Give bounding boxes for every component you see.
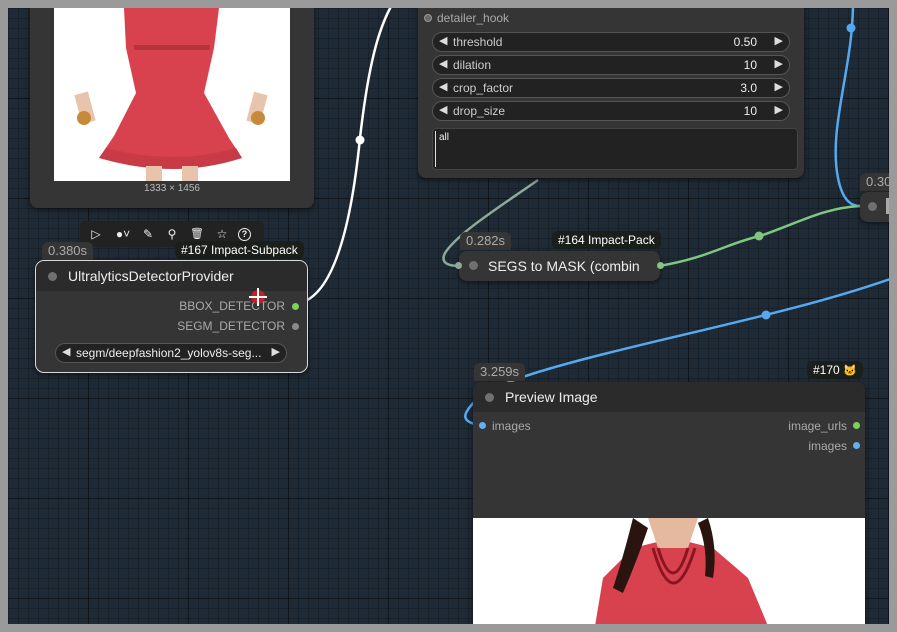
link-midpoint: [754, 231, 764, 241]
link-midpoint: [761, 310, 771, 320]
arrow-left-icon[interactable]: ◀: [439, 80, 447, 93]
crop-factor-label: crop_factor: [453, 81, 514, 95]
link-midpoint: [355, 135, 365, 145]
collapse-dot[interactable]: [868, 202, 877, 211]
detailer-node[interactable]: detailer_hook ◀ threshold 0.50 ▶ ◀ dilat…: [418, 8, 804, 178]
node-title-bar[interactable]: UltralyticsDetectorProvider: [36, 261, 307, 291]
arrow-left-icon[interactable]: ◀: [439, 103, 447, 116]
arrow-left-icon[interactable]: ◀: [439, 57, 447, 70]
dress-image-preview: [54, 8, 290, 181]
execution-time: 0.30: [860, 173, 889, 191]
drop-size-value: 10: [743, 104, 757, 118]
load-image-node[interactable]: 1333 × 1456: [30, 8, 314, 208]
output-slot-images[interactable]: [853, 442, 860, 449]
link-blue-top: [834, 8, 861, 208]
drop-size-widget[interactable]: ◀ drop_size 10 ▶: [432, 101, 790, 121]
detailer-hook-label: detailer_hook: [437, 11, 510, 25]
preview-image: [473, 518, 865, 624]
output-image-urls-label: image_urls: [788, 419, 847, 433]
node-id-badge: #167 Impact-Subpack: [175, 241, 304, 259]
output-bbox-detector-label: BBOX_DETECTOR: [179, 299, 285, 313]
execution-time: 0.282s: [460, 232, 512, 250]
image-dimensions: 1333 × 1456: [144, 183, 200, 194]
output-images-label: images: [808, 439, 847, 453]
node-title-fragment: [886, 198, 889, 214]
collapse-dot[interactable]: [48, 272, 57, 281]
node-title-bar[interactable]: Preview Image: [473, 382, 865, 412]
arrow-right-icon[interactable]: ▶: [272, 345, 280, 358]
node-title: SEGS to MASK (combin: [488, 258, 640, 274]
drop-size-label: drop_size: [453, 104, 506, 118]
crop-factor-value: 3.0: [740, 81, 757, 95]
dilation-widget[interactable]: ◀ dilation 10 ▶: [432, 55, 790, 75]
arrow-right-icon[interactable]: ▶: [775, 103, 783, 116]
link-green-mask: [658, 204, 861, 268]
node-id: #170: [813, 363, 840, 377]
crosshair-cursor-icon: [249, 288, 267, 306]
text-widget-value: all: [439, 132, 450, 143]
text-widget[interactable]: all: [432, 128, 798, 170]
ultralytics-detector-provider-node[interactable]: UltralyticsDetectorProvider BBOX_DETECTO…: [35, 260, 308, 373]
threshold-widget[interactable]: ◀ threshold 0.50 ▶: [432, 32, 790, 52]
input-slot-segs[interactable]: [455, 262, 462, 269]
segs-to-mask-node[interactable]: SEGS to MASK (combin: [455, 251, 664, 281]
dilation-value: 10: [743, 58, 757, 72]
preview-image-node[interactable]: Preview Image images image_urls images: [473, 382, 865, 624]
arrow-left-icon[interactable]: ◀: [439, 34, 447, 47]
partial-right-node[interactable]: [860, 192, 889, 222]
node-title: UltralyticsDetectorProvider: [68, 268, 234, 284]
arrow-left-icon[interactable]: ◀: [62, 345, 70, 358]
model-name-combo[interactable]: ◀ segm/deepfashion2_yolov8s-seg... ▶: [55, 343, 287, 363]
trash-icon[interactable]: 🗑: [189, 226, 205, 242]
output-slot-mask[interactable]: [657, 262, 664, 269]
collapse-dot[interactable]: [485, 393, 494, 402]
node-graph-canvas[interactable]: 1333 × 1456 ▷ ●˅ ✎ ⚲ 🗑 ☆ ? 0.380s #167 I…: [8, 8, 889, 624]
arrow-right-icon[interactable]: ▶: [775, 80, 783, 93]
node-id-badge: #164 Impact-Pack: [552, 231, 661, 249]
output-segm-detector-label: SEGM_DETECTOR: [177, 319, 285, 333]
arrow-right-icon[interactable]: ▶: [775, 57, 783, 70]
model-name-value: segm/deepfashion2_yolov8s-seg...: [76, 346, 262, 360]
input-images-label: images: [492, 419, 531, 433]
input-slot-detailer-hook[interactable]: [424, 14, 432, 22]
arrow-right-icon[interactable]: ▶: [775, 34, 783, 47]
help-icon[interactable]: ?: [238, 228, 251, 241]
threshold-label: threshold: [453, 35, 503, 49]
fox-icon: 🐱: [843, 365, 857, 377]
execution-time: 3.259s: [474, 363, 526, 381]
play-icon[interactable]: ▷: [88, 226, 104, 242]
output-slot-image-urls[interactable]: [853, 422, 860, 429]
circle-dropdown-icon[interactable]: ●˅: [112, 226, 134, 242]
node-id-badge: #170 🐱: [807, 361, 863, 379]
star-icon[interactable]: ☆: [214, 226, 230, 242]
output-slot-bbox[interactable]: [292, 303, 299, 310]
execution-time: 0.380s: [42, 242, 94, 260]
text-cursor: [435, 131, 436, 167]
link-midpoint: [846, 23, 856, 33]
pin-icon[interactable]: ⚲: [164, 226, 180, 242]
crop-factor-widget[interactable]: ◀ crop_factor 3.0 ▶: [432, 78, 790, 98]
dilation-label: dilation: [453, 58, 492, 72]
node-title: Preview Image: [505, 389, 598, 405]
collapse-dot[interactable]: [469, 261, 478, 270]
output-slot-segm[interactable]: [292, 323, 299, 330]
blouse-figure: [473, 518, 865, 624]
threshold-value: 0.50: [733, 35, 757, 49]
dress-figure: [54, 8, 290, 181]
brush-icon[interactable]: ✎: [140, 226, 156, 242]
input-slot-images[interactable]: [479, 422, 486, 429]
